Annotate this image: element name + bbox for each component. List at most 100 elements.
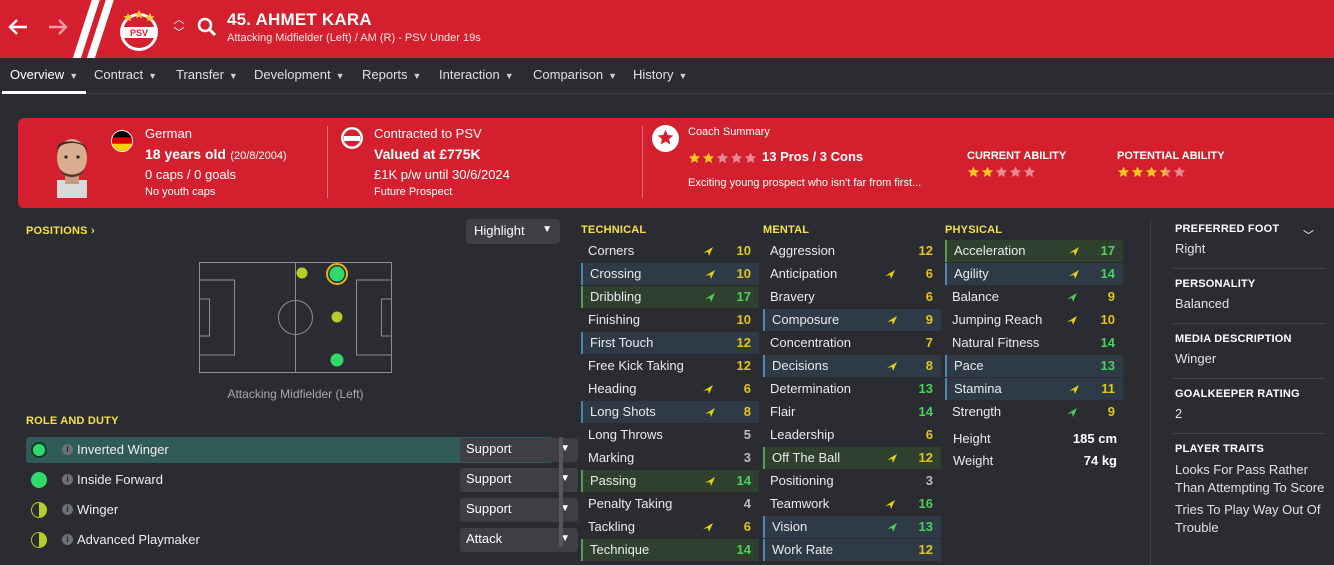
highlight-dropdown[interactable]: Highlight ▼ <box>466 219 560 244</box>
page-title: 45. AHMET KARA <box>227 10 372 29</box>
tab-transfer[interactable]: Transfer ▼ <box>176 67 238 82</box>
role-row[interactable]: i Winger Support ▼ <box>26 497 578 523</box>
role-row[interactable]: i Inside Forward Support ▼ <box>26 467 578 493</box>
attribute-row[interactable]: Passing 14 <box>581 470 759 492</box>
attribute-name: Agility <box>954 266 989 281</box>
search-icon[interactable] <box>196 16 218 38</box>
attribute-row[interactable]: Agility 14 <box>945 263 1123 285</box>
attribute-row[interactable]: Tackling 6 <box>581 516 759 538</box>
attribute-row[interactable]: Jumping Reach 10 <box>945 309 1123 331</box>
attribute-name: Natural Fitness <box>952 335 1040 350</box>
progress-arrow-icon <box>1069 247 1079 256</box>
attribute-row[interactable]: First Touch 12 <box>581 332 759 354</box>
attribute-row[interactable]: Technique 14 <box>581 539 759 561</box>
chevron-down-icon[interactable]: ﹀ <box>1303 227 1314 243</box>
attribute-row[interactable]: Aggression 12 <box>763 240 941 262</box>
attribute-row[interactable]: Flair 14 <box>763 401 941 423</box>
attribute-row[interactable]: Pace 13 <box>945 355 1123 377</box>
attribute-row[interactable]: Strength 9 <box>945 401 1123 423</box>
tab-contract[interactable]: Contract ▼ <box>94 67 157 82</box>
attribute-value: 6 <box>925 289 933 304</box>
attribute-row[interactable]: Off The Ball 12 <box>763 447 941 469</box>
attribute-row[interactable]: Marking 3 <box>581 447 759 469</box>
attribute-row[interactable]: Long Throws 5 <box>581 424 759 446</box>
attribute-value: 12 <box>918 542 933 557</box>
chevron-down-icon: ▼ <box>69 71 79 81</box>
attribute-row[interactable]: Concentration 7 <box>763 332 941 354</box>
attribute-row[interactable]: Free Kick Taking 12 <box>581 355 759 377</box>
chevron-down-icon[interactable]: ﹀ <box>172 27 186 40</box>
forward-button[interactable] <box>46 16 70 40</box>
attribute-row[interactable]: Composure 9 <box>763 309 941 331</box>
prospect-label: Future Prospect <box>374 186 453 198</box>
positions-heading[interactable]: POSITIONS › <box>26 225 95 237</box>
avatar[interactable] <box>43 132 101 198</box>
attribute-row[interactable]: Decisions 8 <box>763 355 941 377</box>
info-icon[interactable]: i <box>62 474 73 485</box>
tab-overview[interactable]: Overview ▼ <box>10 67 78 82</box>
chevron-up-icon[interactable]: ︿ <box>172 14 186 27</box>
role-suitability-icon <box>31 502 47 518</box>
attribute-row[interactable]: Bravery 6 <box>763 286 941 308</box>
club-badge-icon[interactable]: PSV <box>115 8 163 52</box>
info-icon[interactable]: i <box>62 504 73 515</box>
attribute-value: 14 <box>736 473 751 488</box>
personality-label: PERSONALITY <box>1175 278 1256 290</box>
attribute-value: 10 <box>736 243 751 258</box>
attribute-row[interactable]: Work Rate 12 <box>763 539 941 561</box>
tab-reports[interactable]: Reports ▼ <box>362 67 421 82</box>
attribute-name: Teamwork <box>770 496 830 511</box>
back-button[interactable] <box>6 16 30 40</box>
caps: 0 caps / 0 goals <box>145 167 237 182</box>
role-name: Inside Forward <box>77 472 163 487</box>
position-caption: Attacking Midfielder (Left) <box>227 387 364 401</box>
attribute-name: Passing <box>590 473 637 488</box>
progress-arrow-icon <box>887 316 897 325</box>
attribute-row[interactable]: Teamwork 16 <box>763 493 941 515</box>
tab-interaction[interactable]: Interaction ▼ <box>439 67 514 82</box>
personality-value: Balanced <box>1175 296 1230 311</box>
attribute-row[interactable]: Long Shots 8 <box>581 401 759 423</box>
attribute-value: 6 <box>743 519 751 534</box>
attribute-row[interactable]: Anticipation 6 <box>763 263 941 285</box>
attribute-row[interactable]: Penalty Taking 4 <box>581 493 759 515</box>
star-icon <box>744 152 757 163</box>
role-row[interactable]: i Inverted Winger Support ▼ <box>26 437 578 463</box>
tab-development[interactable]: Development ▼ <box>254 67 345 82</box>
tab-label: Transfer <box>176 67 224 82</box>
attribute-row[interactable]: Heading 6 <box>581 378 759 400</box>
attribute-row[interactable]: Positioning 3 <box>763 470 941 492</box>
coach-summary-text[interactable]: Exciting young prospect who isn't far fr… <box>688 177 921 189</box>
attribute-row[interactable]: Stamina 11 <box>945 378 1123 400</box>
attribute-name: Dribbling <box>590 289 642 304</box>
attribute-row[interactable]: Leadership 6 <box>763 424 941 446</box>
attribute-name: Composure <box>772 312 840 327</box>
mental-heading: MENTAL <box>763 224 810 236</box>
info-icon[interactable]: i <box>62 444 73 455</box>
player-switch[interactable]: ︿ ﹀ <box>172 14 186 44</box>
attribute-row[interactable]: Finishing 10 <box>581 309 759 331</box>
attribute-value: 13 <box>1100 358 1115 373</box>
info-icon[interactable]: i <box>62 534 73 545</box>
tab-history[interactable]: History ▼ <box>633 67 687 82</box>
highlight-value: Highlight <box>474 223 525 238</box>
tab-comparison[interactable]: Comparison ▼ <box>533 67 617 82</box>
star-icon <box>995 166 1008 177</box>
role-list-scrollbar[interactable] <box>559 437 563 547</box>
position-dot <box>331 311 343 323</box>
attribute-row[interactable]: Acceleration 17 <box>945 240 1123 262</box>
attribute-row[interactable]: Balance 9 <box>945 286 1123 308</box>
attribute-name: Heading <box>588 381 637 396</box>
attribute-row[interactable]: Natural Fitness 14 <box>945 332 1123 354</box>
attribute-row[interactable]: Crossing 10 <box>581 263 759 285</box>
attribute-value: 14 <box>736 542 751 557</box>
progress-arrow-green-icon <box>1067 293 1077 302</box>
attribute-row[interactable]: Determination 13 <box>763 378 941 400</box>
role-row[interactable]: i Advanced Playmaker Attack ▼ <box>26 527 578 553</box>
attribute-value: 14 <box>1100 266 1115 281</box>
attribute-row[interactable]: Vision 13 <box>763 516 941 538</box>
attribute-name: Balance <box>952 289 999 304</box>
role-suitability-icon <box>31 532 47 548</box>
attribute-row[interactable]: Dribbling 17 <box>581 286 759 308</box>
attribute-row[interactable]: Corners 10 <box>581 240 759 262</box>
